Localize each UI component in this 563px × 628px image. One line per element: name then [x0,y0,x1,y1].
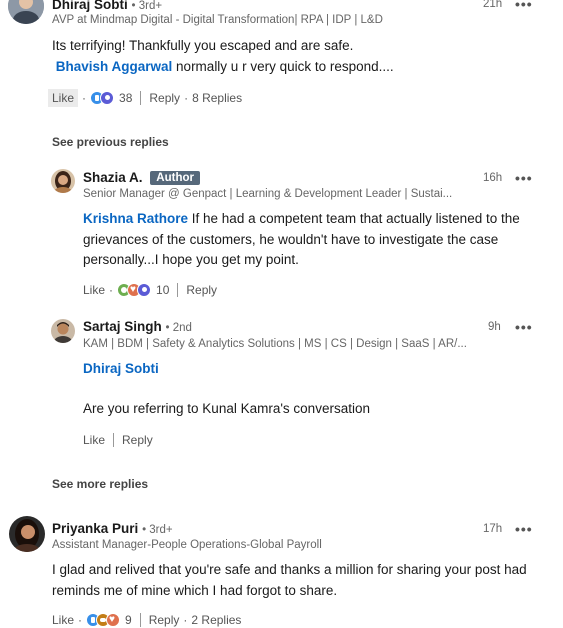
more-options-icon[interactable]: ••• [515,0,533,12]
more-options-icon[interactable]: ••• [515,521,533,537]
author-headline: Senior Manager @ Genpact | Learning & De… [83,188,453,200]
separator-dot: · [78,613,83,627]
comment-author[interactable]: Dhiraj Sobti • 3rd+ [52,0,162,12]
separator-dot: · [82,91,87,105]
comment-author[interactable]: Sartaj Singh • 2nd [83,319,192,334]
mention-link[interactable]: Bhavish Aggarwal [56,59,173,74]
comment-text-cont: normally u r very quick to respond.... [172,58,394,74]
timestamp: 21h [483,0,503,10]
replies-count[interactable]: 8 Replies [192,91,242,105]
separator-dot: · [184,91,189,105]
reaction-count[interactable]: 10 [156,283,169,297]
comment-text: Krishna Rathore If he had a competent te… [83,209,543,271]
like-button[interactable]: Like [48,89,79,107]
reply-button[interactable]: Reply [149,613,180,627]
comment-actions: Like Reply [83,433,153,447]
comment-line: Bhavish Aggarwal normally u r very quick… [52,57,542,78]
more-options-icon[interactable]: ••• [515,319,533,335]
separator-dot: · [109,283,114,297]
author-name[interactable]: Dhiraj Sobti [52,0,128,12]
insight-icon [137,283,152,297]
comment-actions: Like · 38 Reply · 8 Replies [48,89,242,107]
author-badge: Author [150,171,200,185]
mention-link[interactable]: Dhiraj Sobti [83,359,159,380]
connection-degree: • 2nd [165,322,192,334]
replies-count[interactable]: 2 Replies [191,613,241,627]
timestamp: 9h [488,321,501,333]
reply-button[interactable]: Reply [186,283,217,297]
connection-degree: • 3rd+ [131,0,163,12]
separator-dot: · [183,613,188,627]
author-name[interactable]: Shazia A. [83,170,143,185]
divider [139,613,141,627]
reply-button[interactable]: Reply [122,433,153,447]
author-headline: AVP at Mindmap Digital - Digital Transfo… [52,14,383,26]
connection-degree: • 3rd+ [142,524,173,536]
mention-link[interactable]: Krishna Rathore [83,211,188,226]
reaction-count[interactable]: 9 [125,613,132,627]
reactions[interactable] [86,613,121,627]
author-headline: Assistant Manager-People Operations-Glob… [52,539,322,551]
see-previous-replies[interactable]: See previous replies [52,135,169,149]
see-more-replies[interactable]: See more replies [52,477,148,491]
comment-text: Are you referring to Kunal Kamra's conve… [83,401,370,416]
timestamp: 17h [483,523,503,535]
divider [177,283,179,297]
comment-text: Its terrifying! Thankfully you escaped a… [52,36,542,77]
comment-line: Its terrifying! Thankfully you escaped a… [52,38,354,53]
divider [140,91,142,105]
like-button[interactable]: Like [83,283,105,297]
avatar[interactable] [51,319,75,343]
reply-button[interactable]: Reply [149,91,180,105]
like-button[interactable]: Like [52,613,74,627]
avatar[interactable] [8,0,44,24]
divider [113,433,115,447]
comment-actions: Like · 10 Reply [83,283,217,297]
comment-text: I glad and relived that you're safe and … [52,562,527,598]
author-headline: KAM | BDM | Safety & Analytics Solutions… [83,338,467,350]
more-options-icon[interactable]: ••• [515,170,533,186]
comment-author[interactable]: Priyanka Puri • 3rd+ [52,521,173,536]
reaction-count[interactable]: 38 [119,91,132,105]
insight-icon [100,91,115,105]
mention-name[interactable]: Dhiraj Sobti [83,361,159,376]
love-icon [106,613,121,627]
author-name[interactable]: Priyanka Puri [52,521,138,536]
like-button[interactable]: Like [83,433,105,447]
reactions[interactable] [117,283,152,297]
author-name[interactable]: Sartaj Singh [83,319,162,334]
avatar[interactable] [9,516,45,552]
timestamp: 16h [483,172,503,184]
comment-actions: Like · 9 Reply · 2 Replies [52,613,241,627]
comment-author[interactable]: Shazia A. Author [83,170,200,185]
reactions[interactable] [90,91,115,105]
avatar[interactable] [51,169,75,193]
